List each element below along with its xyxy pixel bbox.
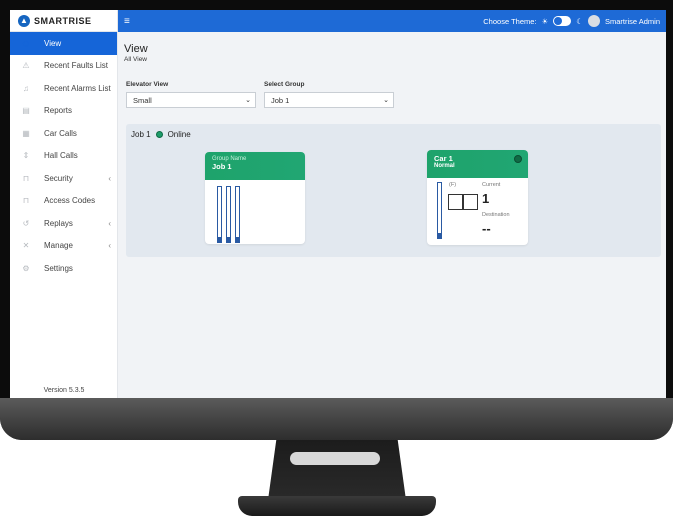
destination-label: Destination <box>482 212 510 218</box>
group-shaft <box>226 186 231 243</box>
job-panel: Job 1 Online Group Name Job 1 Car 1 Norm… <box>126 124 661 257</box>
elevator-view-label: Elevator View <box>126 81 169 88</box>
car-mode: Normal <box>434 163 455 169</box>
car-card[interactable]: Car 1 Normal (F) Current 1 Destination -… <box>427 150 528 245</box>
select-group-label: Select Group <box>264 81 305 88</box>
version-label: Version 5.3.5 <box>43 387 85 394</box>
app-screen: ▲ SMARTRISE ◉ View ⚠ Recent Faults List … <box>10 10 666 398</box>
job-header: Job 1 Online <box>131 130 191 139</box>
group-card[interactable]: Group Name Job 1 <box>205 152 305 244</box>
sidebar-item-label: Recent Alarms List <box>44 83 111 93</box>
logo-text: SMARTRISE <box>34 15 92 26</box>
sidebar-item-recent-faults[interactable]: ⚠ Recent Faults List <box>10 55 117 78</box>
sidebar-item-label: Reports <box>44 106 73 116</box>
logo-mark-icon: ▲ <box>18 14 30 27</box>
sidebar-item-settings[interactable]: ⚙ Settings <box>10 257 117 280</box>
user-name[interactable]: Smartrise Admin <box>605 17 660 26</box>
topbar: ≡ Choose Theme: ☀ ☾ Smartrise Admin <box>118 10 666 32</box>
warning-icon: ⚠ <box>22 61 30 71</box>
sidebar-item-car-calls[interactable]: ▦ Car Calls <box>10 122 117 145</box>
car-status-icon <box>514 155 522 163</box>
breadcrumb: All View <box>124 56 148 63</box>
sidebar-item-label: Hall Calls <box>44 151 78 161</box>
theme-toggle[interactable] <box>553 16 572 26</box>
lock-icon: ⊓ <box>22 173 30 183</box>
sidebar-item-label: Recent Faults List <box>44 61 109 71</box>
select-group-value: Job 1 <box>271 95 290 105</box>
hamburger-menu-icon[interactable]: ≡ <box>124 16 130 27</box>
chevron-down-icon: ⌄ <box>383 97 389 104</box>
group-shaft <box>235 186 240 243</box>
car-card-header: Car 1 Normal <box>427 150 528 178</box>
car-door-right <box>463 194 478 210</box>
chevron-down-icon: ⌄ <box>245 97 251 104</box>
monitor-stand-slot <box>290 452 380 465</box>
monitor-stand-neck <box>268 440 406 500</box>
sidebar-item-label: Access Codes <box>44 196 96 206</box>
car-calls-icon: ▦ <box>22 128 30 138</box>
bell-icon: ♫ <box>23 83 29 93</box>
sidebar-item-hall-calls[interactable]: ⇕ Hall Calls <box>10 145 117 168</box>
monitor-stand-base <box>238 496 436 516</box>
elevator-view-filter: Elevator View Small ⌄ <box>126 81 256 108</box>
gear-icon: ⚙ <box>22 263 30 273</box>
car-shaft <box>437 182 442 239</box>
monitor-chin <box>0 398 673 440</box>
sidebar-item-reports[interactable]: ▤ Reports <box>10 100 117 123</box>
topbar-right: Choose Theme: ☀ ☾ Smartrise Admin <box>483 15 660 27</box>
elevator-view-value: Small <box>133 95 152 105</box>
sidebar-item-security[interactable]: ⊓ Security ‹ <box>10 167 117 190</box>
select-group-filter: Select Group Job 1 ⌄ <box>264 81 394 108</box>
replay-icon: ↺ <box>22 218 30 228</box>
job-name: Job 1 <box>131 130 151 139</box>
elevator-view-select[interactable]: Small ⌄ <box>126 92 256 108</box>
document-icon: ▤ <box>22 106 30 116</box>
sidebar-item-replays[interactable]: ↺ Replays ‹ <box>10 212 117 235</box>
floor-label: (F) <box>449 182 457 188</box>
logo[interactable]: ▲ SMARTRISE <box>10 10 117 32</box>
select-group-select[interactable]: Job 1 ⌄ <box>264 92 394 108</box>
sidebar-item-manage[interactable]: ✕ Manage ‹ <box>10 235 117 258</box>
car-door-left <box>448 194 463 210</box>
current-floor-value: 1 <box>482 191 490 206</box>
sidebar-item-view[interactable]: ◉ View <box>10 32 117 55</box>
group-name: Job 1 <box>212 162 232 171</box>
sidebar: ▲ SMARTRISE ◉ View ⚠ Recent Faults List … <box>10 10 118 398</box>
sidebar-item-label: Car Calls <box>44 128 77 138</box>
online-status-icon <box>155 131 163 138</box>
chevron-left-icon: ‹ <box>108 173 111 183</box>
sidebar-item-label: Security <box>44 173 73 183</box>
sidebar-item-label: Settings <box>44 263 73 273</box>
page-title: View <box>124 43 148 55</box>
sidebar-item-label: View <box>44 38 62 48</box>
avatar[interactable] <box>587 15 600 27</box>
current-label: Current <box>482 182 501 188</box>
group-card-header: Group Name Job 1 <box>205 152 305 180</box>
main-content: View All View Elevator View Small ⌄ Sele… <box>118 32 666 398</box>
theme-label: Choose Theme: <box>483 16 537 26</box>
group-shaft <box>217 186 222 243</box>
sun-icon: ☀ <box>541 16 549 26</box>
car-name: Car 1 <box>434 154 453 163</box>
hall-calls-icon: ⇕ <box>22 151 30 161</box>
sidebar-item-label: Manage <box>44 241 73 251</box>
sidebar-item-access-codes[interactable]: ⊓ Access Codes <box>10 190 117 213</box>
sidebar-item-label: Replays <box>44 218 73 228</box>
tools-icon: ✕ <box>22 241 30 251</box>
destination-value: -- <box>482 221 491 236</box>
moon-icon: ☾ <box>576 16 583 26</box>
lock-icon: ⊓ <box>22 196 30 206</box>
chevron-left-icon: ‹ <box>108 241 111 251</box>
filters: Elevator View Small ⌄ Select Group Job 1… <box>126 81 394 108</box>
sidebar-item-recent-alarms[interactable]: ♫ Recent Alarms List <box>10 77 117 100</box>
chevron-left-icon: ‹ <box>108 218 111 228</box>
job-status: Online <box>167 130 191 139</box>
view-icon: ◉ <box>22 38 30 48</box>
